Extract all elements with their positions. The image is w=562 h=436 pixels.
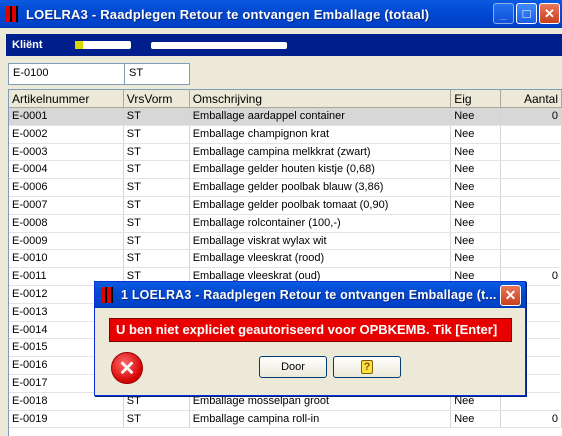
cell-eig: Nee — [451, 410, 502, 428]
cell-eig: Nee — [451, 108, 502, 125]
column-header-aantal[interactable]: Aantal — [501, 90, 562, 107]
dialog-close-button[interactable]: ✕ — [500, 285, 521, 306]
dialog-titlebar: 1 LOELRA3 - Raadplegen Retour te ontvang… — [95, 282, 525, 308]
table-row[interactable]: E-0004 ST Emballage gelder houten kistje (… — [9, 161, 562, 180]
dialog-app-icon — [101, 287, 115, 303]
cell-aantal — [501, 179, 562, 196]
cell-aantal — [501, 250, 562, 268]
dialog-message: U ben niet expliciet geautoriseerd voor … — [109, 318, 512, 342]
client-label: Kliënt — [12, 39, 43, 51]
cell-vrsvorm: ST — [124, 179, 190, 196]
cell-eig: Nee — [451, 179, 502, 196]
cell-aantal: 0 — [501, 410, 562, 428]
cell-vrsvorm: ST — [124, 250, 190, 268]
cell-eig: Nee — [451, 250, 502, 268]
cell-eig: Nee — [451, 196, 502, 214]
table-row[interactable]: E-0006 ST Emballage gelder poolbak blauw (… — [9, 179, 562, 197]
cell-artikelnummer: E-0007 — [9, 196, 124, 214]
column-header-omschrijving[interactable]: Omschrijving — [190, 90, 452, 107]
cell-omschrijving: Emballage gelder houten kistje (0,68) — [190, 161, 452, 179]
cell-aantal — [501, 143, 562, 161]
table-row[interactable]: E-0002 ST Emballage champignon krat Nee — [9, 125, 562, 144]
cell-vrsvorm: ST — [124, 125, 190, 143]
cell-omschrijving: Emballage aardappel container — [190, 108, 452, 125]
cell-artikelnummer: E-0008 — [9, 214, 124, 232]
vorm-field[interactable]: ST — [124, 63, 190, 85]
cell-omschrijving: Emballage campina roll-in — [190, 410, 452, 428]
column-header-eig[interactable]: Eig — [451, 90, 502, 107]
cell-vrsvorm: ST — [124, 214, 190, 232]
cell-artikelnummer: E-0006 — [9, 179, 124, 196]
cell-artikelnummer: E-0001 — [9, 108, 124, 125]
window-title: LOELRA3 - Raadplegen Retour te ontvangen… — [26, 6, 430, 22]
cell-artikelnummer: E-0019 — [9, 410, 124, 428]
cell-vrsvorm: ST — [124, 196, 190, 214]
cell-omschrijving: Emballage campina melkkrat (zwart) — [190, 143, 452, 161]
cell-artikelnummer: E-0003 — [9, 143, 124, 161]
app-icon — [6, 6, 20, 22]
cell-artikelnummer: E-0009 — [9, 232, 124, 250]
cell-omschrijving: Emballage gelder poolbak tomaat (0,90) — [190, 196, 452, 214]
cell-vrsvorm: ST — [124, 161, 190, 179]
cell-aantal — [501, 232, 562, 250]
cell-aantal: 0 — [501, 108, 562, 125]
cell-omschrijving: Emballage vleeskrat (rood) — [190, 250, 452, 268]
door-button[interactable]: Door — [259, 356, 327, 378]
cell-aantal — [501, 161, 562, 179]
cell-eig: Nee — [451, 232, 502, 250]
table-row[interactable]: E-0001 ST Emballage aardappel container Nee… — [9, 108, 562, 126]
cell-vrsvorm: ST — [124, 410, 190, 428]
cell-eig: Nee — [451, 214, 502, 232]
client-code-redacted — [74, 41, 131, 49]
client-header: Kliënt — [6, 34, 562, 56]
table-row[interactable]: E-0008 ST Emballage rolcontainer (100,-) Ne… — [9, 214, 562, 233]
close-button[interactable]: ✕ — [539, 3, 560, 24]
table-row[interactable]: E-0010 ST Emballage vleeskrat (rood) Nee — [9, 250, 562, 269]
client-name-redacted — [150, 41, 287, 49]
cell-eig: Nee — [451, 161, 502, 179]
table-row[interactable]: E-0009 ST Emballage viskrat wylax wit Nee — [9, 232, 562, 251]
cell-artikelnummer: E-0010 — [9, 250, 124, 268]
cell-aantal — [501, 196, 562, 214]
cell-vrsvorm: ST — [124, 143, 190, 161]
window-titlebar: LOELRA3 - Raadplegen Retour te ontvangen… — [0, 0, 562, 28]
cell-vrsvorm: ST — [124, 232, 190, 250]
minimize-button[interactable]: _ — [493, 3, 514, 24]
help-icon: ? — [361, 360, 373, 374]
cell-artikelnummer: E-0004 — [9, 161, 124, 179]
cell-omschrijving: Emballage viskrat wylax wit — [190, 232, 452, 250]
cell-vrsvorm: ST — [124, 108, 190, 125]
error-dialog: 1 LOELRA3 - Raadplegen Retour te ontvang… — [94, 281, 526, 396]
cell-aantal — [501, 125, 562, 143]
help-button[interactable]: ? — [333, 356, 401, 378]
cell-omschrijving: Emballage gelder poolbak blauw (3,86) — [190, 179, 452, 196]
cell-omschrijving: Emballage champignon krat — [190, 125, 452, 143]
table-row[interactable]: E-0007 ST Emballage gelder poolbak tomaat … — [9, 196, 562, 215]
maximize-button[interactable]: □ — [516, 3, 537, 24]
error-icon: ✕ — [111, 352, 143, 384]
cell-aantal — [501, 214, 562, 232]
column-header-vrsvorm[interactable]: VrsVorm — [124, 90, 190, 107]
cell-omschrijving: Emballage rolcontainer (100,-) — [190, 214, 452, 232]
dialog-title: 1 LOELRA3 - Raadplegen Retour te ontvang… — [121, 288, 497, 302]
cell-eig: Nee — [451, 143, 502, 161]
table-header: Artikelnummer VrsVorm Omschrijving Eig A… — [9, 90, 562, 108]
table-row[interactable]: E-0003 ST Emballage campina melkkrat (zwar… — [9, 143, 562, 162]
article-code-field[interactable]: E-0100 — [8, 63, 125, 85]
cell-artikelnummer: E-0002 — [9, 125, 124, 143]
column-header-artikelnummer[interactable]: Artikelnummer — [9, 90, 124, 107]
cell-eig: Nee — [451, 125, 502, 143]
table-row[interactable]: E-0019 ST Emballage campina roll-in Nee 0 — [9, 410, 562, 429]
